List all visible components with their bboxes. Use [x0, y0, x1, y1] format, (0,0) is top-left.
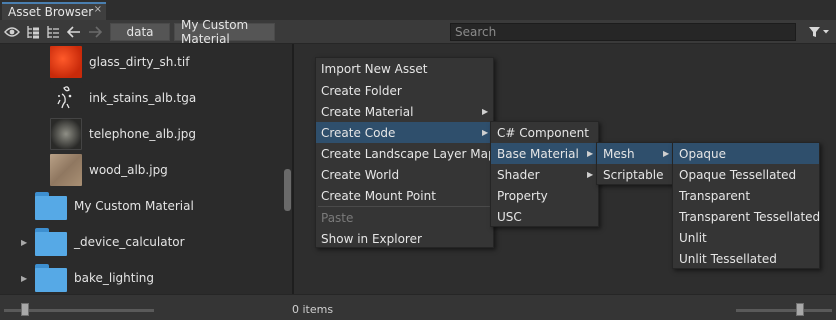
- list-item-label: ink_stains_alb.tga: [89, 91, 197, 105]
- menu-item-label: Mesh: [603, 146, 635, 161]
- tab-title: Asset Browser: [8, 5, 94, 19]
- menu-item-unlit-tessellated[interactable]: Unlit Tessellated: [673, 248, 819, 269]
- context-menu: Import New Asset Create Folder Create Ma…: [315, 57, 496, 249]
- menu-item-transparent[interactable]: Transparent: [673, 185, 819, 206]
- submenu-arrow-icon: ▶: [587, 149, 594, 158]
- list-item[interactable]: My Custom Material: [0, 189, 283, 223]
- menu-item-create-material[interactable]: Create Material ▶: [316, 101, 493, 122]
- base-material-submenu: Mesh ▶ Scriptable: [596, 142, 677, 185]
- menu-item-opaque[interactable]: Opaque: [673, 143, 819, 164]
- menu-item-create-world[interactable]: Create World: [316, 164, 493, 185]
- list-item[interactable]: ▶ bake_lighting: [0, 261, 283, 295]
- menu-item-csharp-component[interactable]: C# Component: [491, 122, 598, 143]
- menu-item-import-new-asset[interactable]: Import New Asset: [316, 58, 493, 79]
- right-zoom-slider-thumb[interactable]: [796, 303, 804, 316]
- status-bar: [0, 294, 836, 320]
- expand-arrow-icon[interactable]: ▶: [21, 238, 27, 247]
- breadcrumb-current-folder[interactable]: My Custom Material: [174, 18, 275, 46]
- close-icon[interactable]: ×: [94, 4, 102, 15]
- back-arrow-icon[interactable]: [65, 23, 83, 41]
- list-item[interactable]: glass_dirty_sh.tif: [0, 45, 283, 79]
- menu-item-scriptable[interactable]: Scriptable: [597, 164, 676, 185]
- menu-item-property[interactable]: Property: [491, 185, 598, 206]
- menu-item-label: Base Material: [497, 146, 579, 161]
- menu-item-label: Create Material: [321, 104, 414, 119]
- folder-icon: [35, 264, 67, 292]
- toolbar: data My Custom Material: [0, 18, 836, 46]
- forward-arrow-icon[interactable]: [86, 23, 104, 41]
- menu-item-usc[interactable]: USC: [491, 206, 598, 227]
- menu-item-create-folder[interactable]: Create Folder: [316, 80, 493, 101]
- vertical-scrollbar[interactable]: [283, 44, 292, 294]
- list-item-label: telephone_alb.jpg: [89, 127, 197, 141]
- menu-item-label: Shader: [497, 167, 540, 182]
- list-item-label: _device_calculator: [74, 235, 185, 249]
- submenu-arrow-icon: ▶: [587, 170, 594, 179]
- left-zoom-slider-thumb[interactable]: [21, 303, 29, 316]
- submenu-arrow-icon: ▶: [663, 149, 670, 158]
- texture-thumbnail: [50, 82, 82, 114]
- expand-arrow-icon[interactable]: ▶: [21, 274, 27, 283]
- menu-item-label: Create Code: [321, 125, 396, 140]
- submenu-arrow-icon: ▶: [482, 107, 489, 116]
- tab-asset-browser[interactable]: Asset Browser ×: [2, 2, 106, 20]
- menu-item-show-in-explorer[interactable]: Show in Explorer: [316, 228, 493, 249]
- menu-item-transparent-tessellated[interactable]: Transparent Tessellated: [673, 206, 820, 227]
- list-item-label: wood_alb.jpg: [89, 163, 168, 177]
- mesh-submenu: Opaque Opaque Tessellated Transparent Tr…: [672, 142, 820, 269]
- list-item-label: glass_dirty_sh.tif: [89, 55, 190, 69]
- menu-item-mesh[interactable]: Mesh ▶: [597, 143, 676, 164]
- menu-item-create-code[interactable]: Create Code ▶: [316, 122, 493, 143]
- list-item-label: My Custom Material: [74, 199, 194, 213]
- menu-item-base-material[interactable]: Base Material ▶: [491, 143, 598, 164]
- breadcrumb-data[interactable]: data: [110, 23, 170, 41]
- menu-item-create-landscape-layer-map[interactable]: Create Landscape Layer Map: [316, 143, 496, 164]
- item-count: 0 items: [292, 303, 334, 316]
- list-item[interactable]: ▶ _device_calculator: [0, 225, 283, 259]
- asset-list-pane: glass_dirty_sh.tif ink_stains_alb.tga te…: [0, 44, 292, 294]
- menu-item-opaque-tessellated[interactable]: Opaque Tessellated: [673, 164, 819, 185]
- search-input[interactable]: [450, 23, 796, 41]
- right-zoom-slider-track[interactable]: [736, 309, 832, 312]
- list-item[interactable]: ink_stains_alb.tga: [0, 81, 283, 115]
- list-item[interactable]: wood_alb.jpg: [0, 153, 283, 187]
- code-submenu: C# Component Base Material ▶ Shader ▶ Pr…: [490, 121, 599, 227]
- tree-icon[interactable]: [24, 23, 42, 41]
- eye-icon[interactable]: [3, 23, 21, 41]
- menu-item-unlit[interactable]: Unlit: [673, 227, 819, 248]
- filter-icon[interactable]: [806, 23, 832, 41]
- texture-thumbnail: [50, 154, 82, 186]
- scrollbar-thumb[interactable]: [284, 169, 291, 211]
- menu-item-paste: Paste: [321, 210, 354, 225]
- texture-thumbnail: [50, 46, 82, 78]
- submenu-arrow-icon: ▶: [482, 128, 489, 137]
- list-item-label: bake_lighting: [74, 271, 155, 285]
- folder-icon: [35, 192, 67, 220]
- list-item[interactable]: telephone_alb.jpg: [0, 117, 283, 151]
- menu-item-create-mount-point[interactable]: Create Mount Point: [316, 185, 493, 206]
- menu-item-shader[interactable]: Shader ▶: [491, 164, 598, 185]
- texture-thumbnail: [50, 118, 82, 150]
- folder-icon: [35, 228, 67, 256]
- hierarchy-icon[interactable]: [44, 23, 62, 41]
- tab-bar: Asset Browser ×: [0, 0, 836, 20]
